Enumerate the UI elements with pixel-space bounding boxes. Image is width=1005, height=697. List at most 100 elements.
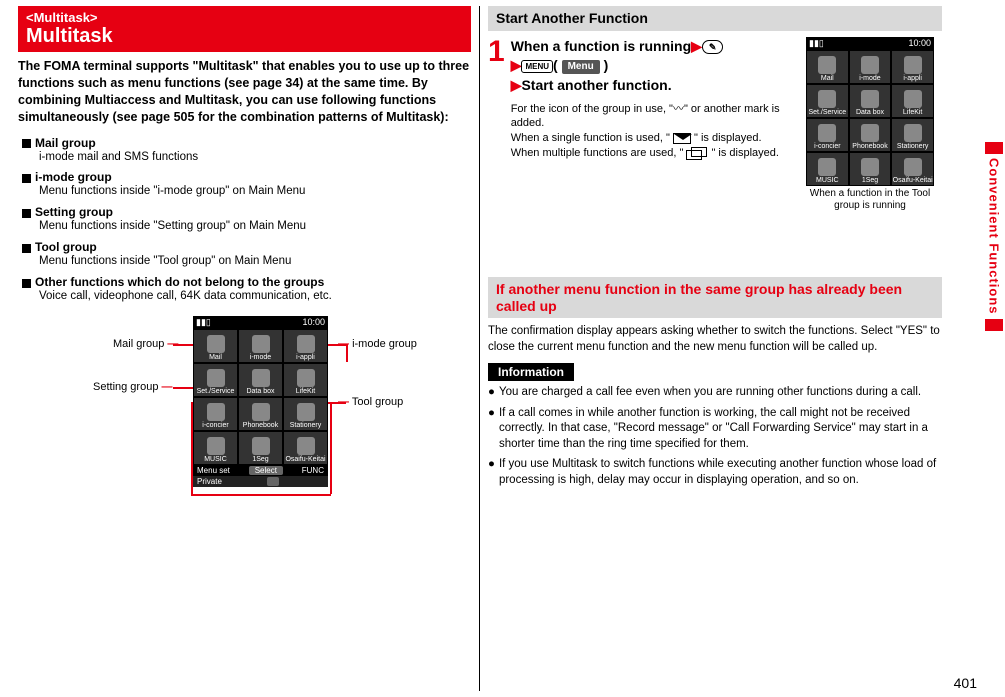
phone-caption: When a function in the Tool group is run… (806, 188, 934, 212)
status-time: 10:00 (302, 317, 325, 328)
label-tool-group: — Tool group (338, 396, 403, 408)
menu-cell-iconcier: i-concier (193, 397, 238, 431)
side-tab-marker (985, 142, 1003, 154)
menu-softkey-label: Menu (562, 60, 600, 74)
menu-cell-lifekit: LifeKit (283, 363, 328, 397)
section-title: Multitask (26, 25, 463, 48)
menu-cell: MUSIC (806, 152, 849, 186)
phone-menu-grid: Mail i-mode i-appli Set./Service Data bo… (193, 329, 328, 465)
triangle-icon: ▶ (511, 57, 522, 73)
phone-softkey-sub: Private (193, 476, 328, 487)
pen-key-icon: ✎ (702, 40, 724, 55)
phone-screen-small: ▮▮▯10:00 Mail i-mode i-appli Set./Servic… (806, 37, 934, 212)
label-imode-group: — i-mode group (338, 338, 417, 350)
side-tab-marker (985, 319, 1003, 331)
group-setting: Setting group Menu functions inside "Set… (22, 205, 471, 234)
label-mail-group: Mail group — (113, 338, 178, 350)
menu-cell: Osaifu-Keitai (891, 152, 934, 186)
menu-cell: i-mode (849, 50, 892, 84)
menu-cell: Data box (849, 84, 892, 118)
envelope-icon (673, 133, 691, 144)
softkey-mid: Select (249, 466, 283, 475)
square-bullet-icon (22, 244, 31, 253)
callout-line (330, 402, 332, 494)
phone-softkey-bar: Menu set Select FUNC (193, 465, 328, 476)
section-tag: <Multitask> (26, 10, 463, 25)
menu-key-icon: MENU (521, 60, 553, 73)
signal-icon: ▮▮▯ (809, 38, 824, 49)
menu-cell-databox: Data box (238, 363, 283, 397)
same-group-heading: If another menu function in the same gro… (488, 277, 942, 319)
menu-cell: Stationery (891, 118, 934, 152)
group-imode: i-mode group Menu functions inside "i-mo… (22, 170, 471, 199)
group-title: Tool group (35, 240, 97, 254)
phone-statusbar: ▮▮▯10:00 (806, 37, 934, 50)
info-item: ●You are charged a call fee even when yo… (488, 385, 942, 401)
group-title: Setting group (35, 205, 113, 219)
group-desc: Menu functions inside "i-mode group" on … (39, 184, 471, 199)
menu-cell-setservice: Set./Service (193, 363, 238, 397)
phone-diagram: Mail group — Setting group — — i-mode gr… (18, 316, 471, 546)
group-mail: Mail group i-mode mail and SMS functions (22, 136, 471, 165)
tilde-mark-icon: 〰 (673, 103, 684, 115)
information-list: ●You are charged a call fee even when yo… (488, 385, 942, 488)
step-note: For the icon of the group in use, "〰" or… (511, 102, 811, 161)
menu-cell-music: MUSIC (193, 431, 238, 465)
signal-icon: ▮▮▯ (196, 317, 211, 328)
callout-line (191, 494, 331, 496)
start-another-heading: Start Another Function (488, 6, 942, 31)
same-group-paragraph: The confirmation display appears asking … (488, 324, 942, 355)
bullet-icon: ● (488, 457, 495, 488)
callout-line (173, 387, 193, 389)
menu-cell: LifeKit (891, 84, 934, 118)
menu-cell: Set./Service (806, 84, 849, 118)
menu-cell: i-concier (806, 118, 849, 152)
page-number: 401 (954, 675, 977, 691)
menu-cell: Mail (806, 50, 849, 84)
group-title: i-mode group (35, 170, 112, 184)
menu-cell-phonebook: Phonebook (238, 397, 283, 431)
step-block: 1 When a function is running▶✎ ▶MENU( Me… (488, 37, 942, 277)
page: <Multitask> Multitask The FOMA terminal … (0, 0, 1005, 697)
square-bullet-icon (22, 209, 31, 218)
side-tab-label: Convenient Functions (987, 158, 1002, 315)
phone-menu-grid: Mail i-mode i-appli Set./Service Data bo… (806, 50, 934, 186)
bullet-icon: ● (488, 406, 495, 453)
group-desc: Menu functions inside "Setting group" on… (39, 219, 471, 234)
envelope-stack-icon (686, 147, 708, 160)
step-title: When a function is running▶✎ ▶MENU( Menu… (511, 37, 811, 96)
menu-cell: 1Seg (849, 152, 892, 186)
menu-cell-1seg: 1Seg (238, 431, 283, 465)
callout-line (173, 344, 193, 346)
softkey-sub: Private (197, 477, 222, 486)
group-tool: Tool group Menu functions inside "Tool g… (22, 240, 471, 269)
group-desc: i-mode mail and SMS functions (39, 150, 471, 165)
step-number: 1 (488, 37, 505, 161)
section-header-multitask: <Multitask> Multitask (18, 6, 471, 52)
group-title: Other functions which do not belong to t… (35, 275, 324, 289)
square-bullet-icon (22, 139, 31, 148)
square-bullet-icon (22, 279, 31, 288)
phone-statusbar: ▮▮▯ 10:00 (193, 316, 328, 329)
menu-cell: i-appli (891, 50, 934, 84)
info-item: ●If you use Multitask to switch function… (488, 457, 942, 488)
menu-cell: Phonebook (849, 118, 892, 152)
right-column: Start Another Function 1 When a function… (480, 6, 950, 691)
triangle-icon: ▶ (691, 38, 702, 54)
callout-line (346, 344, 348, 362)
menu-cell-imode: i-mode (238, 329, 283, 363)
menu-cell-mail: Mail (193, 329, 238, 363)
group-desc: Voice call, videophone call, 64K data co… (39, 289, 471, 304)
menu-cell-stationery: Stationery (283, 397, 328, 431)
square-bullet-icon (22, 174, 31, 183)
callout-line (328, 344, 346, 346)
triangle-icon: ▶ (511, 77, 522, 93)
information-heading: Information (488, 363, 574, 381)
bullet-icon: ● (488, 385, 495, 401)
phone-screen: ▮▮▯ 10:00 Mail i-mode i-appli Set./Servic… (193, 316, 328, 487)
menu-cell-iappli: i-appli (283, 329, 328, 363)
intro-text: The FOMA terminal supports "Multitask" t… (18, 58, 471, 126)
group-title: Mail group (35, 136, 96, 150)
group-other: Other functions which do not belong to t… (22, 275, 471, 304)
menu-cell-osaifu: Osaifu-Keitai (283, 431, 328, 465)
